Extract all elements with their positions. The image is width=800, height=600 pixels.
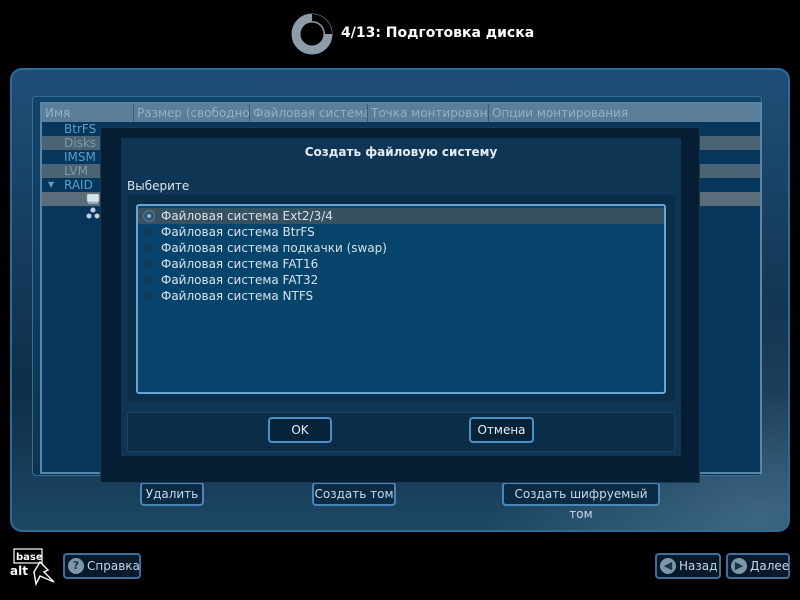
partition-icon bbox=[86, 207, 100, 219]
brand-bottom: alt bbox=[10, 564, 28, 578]
radio-selected-icon[interactable] bbox=[143, 210, 155, 222]
back-button[interactable]: ◀ Назад bbox=[655, 553, 721, 579]
option-label: Файловая система FAT32 bbox=[161, 273, 319, 287]
filesystem-list[interactable]: Файловая система Ext2/3/4 Файловая систе… bbox=[136, 204, 666, 394]
basealt-logo-icon: base alt bbox=[10, 548, 55, 587]
column-filesystem[interactable]: Файловая система bbox=[250, 104, 368, 122]
option-label: Файловая система Ext2/3/4 bbox=[161, 209, 333, 223]
arrow-right-icon: ▶ bbox=[731, 558, 747, 574]
help-label: Справка bbox=[87, 559, 140, 573]
back-label: Назад bbox=[679, 559, 718, 573]
column-size[interactable]: Размер (свободно) bbox=[134, 104, 250, 122]
cancel-button[interactable]: Отмена bbox=[469, 417, 534, 443]
option-label: Файловая система FAT16 bbox=[161, 257, 319, 271]
next-label: Далее bbox=[750, 559, 790, 573]
create-encrypted-volume-button[interactable]: Создать шифруемый том bbox=[502, 482, 660, 521]
filesystem-option-ntfs[interactable]: Файловая система NTFS bbox=[138, 288, 664, 304]
radio-icon[interactable] bbox=[143, 258, 155, 270]
column-name[interactable]: Имя bbox=[42, 104, 134, 122]
option-label: Файловая система подкачки (swap) bbox=[161, 241, 387, 255]
radio-icon[interactable] bbox=[143, 274, 155, 286]
create-volume-button[interactable]: Создать том bbox=[312, 482, 396, 506]
delete-button[interactable]: Удалить bbox=[140, 482, 204, 506]
column-mountpoint[interactable]: Точка монтирования bbox=[368, 104, 489, 122]
radio-icon[interactable] bbox=[143, 290, 155, 302]
hard-disk-icon bbox=[86, 193, 100, 204]
expander-down-icon[interactable]: ▼ bbox=[48, 178, 54, 192]
option-label: Файловая система BtrFS bbox=[161, 225, 315, 239]
basealt-ring-logo-icon bbox=[291, 13, 333, 55]
filesystem-option-swap[interactable]: Файловая система подкачки (swap) bbox=[138, 240, 664, 256]
option-label: Файловая система NTFS bbox=[161, 289, 314, 303]
column-mount-options[interactable]: Опции монтирования bbox=[489, 104, 760, 122]
dialog-title: Создать файловую систему bbox=[304, 145, 498, 159]
help-button[interactable]: ? Справка bbox=[63, 553, 141, 579]
next-button[interactable]: ▶ Далее bbox=[726, 553, 790, 579]
basealt-logo: base alt bbox=[10, 548, 60, 587]
arrow-left-icon: ◀ bbox=[660, 558, 676, 574]
filesystem-option-fat16[interactable]: Файловая система FAT16 bbox=[138, 256, 664, 272]
page-title: 4/13: Подготовка диска bbox=[341, 25, 535, 41]
radio-icon[interactable] bbox=[143, 226, 155, 238]
ok-button[interactable]: OK bbox=[268, 417, 332, 443]
filesystem-option-ext[interactable]: Файловая система Ext2/3/4 bbox=[138, 208, 664, 224]
help-icon: ? bbox=[68, 558, 84, 574]
filesystem-option-btrfs[interactable]: Файловая система BtrFS bbox=[138, 224, 664, 240]
choose-label: Выберите bbox=[127, 179, 190, 193]
dialog-button-area bbox=[127, 412, 675, 452]
header: 4/13: Подготовка диска bbox=[0, 0, 800, 64]
filesystem-option-fat32[interactable]: Файловая система FAT32 bbox=[138, 272, 664, 288]
brand-top: base bbox=[16, 552, 43, 563]
table-header: Имя Размер (свободно) Файловая система Т… bbox=[42, 104, 760, 122]
filesystem-list-frame: Файловая система Ext2/3/4 Файловая систе… bbox=[127, 195, 675, 401]
tree-item-label: RAID bbox=[64, 178, 93, 192]
create-filesystem-dialog: Создать файловую систему Выберите Файлов… bbox=[100, 127, 700, 483]
radio-icon[interactable] bbox=[143, 242, 155, 254]
